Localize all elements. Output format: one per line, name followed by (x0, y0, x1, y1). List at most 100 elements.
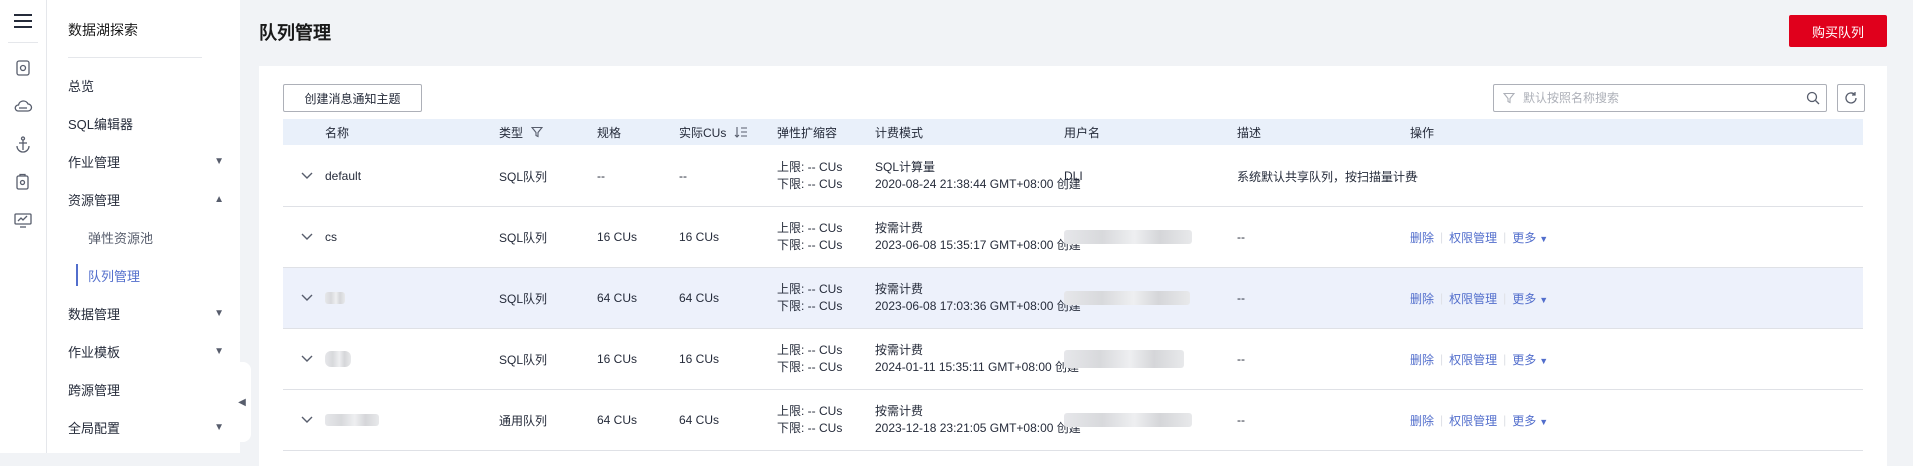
more-label: 更多 (1512, 291, 1537, 306)
menu-item-sql-editor[interactable]: SQL编辑器 (47, 104, 240, 142)
delete-link[interactable]: 删除 (1410, 351, 1434, 368)
filter-icon[interactable] (531, 126, 544, 138)
more-dropdown[interactable]: 更多 ▼ (1512, 290, 1548, 307)
elastic-upper: 上限: -- CUs (777, 282, 843, 296)
billing-mode: 按需计费 (875, 343, 924, 357)
queue-operations: 删除 | 权限管理 | 更多 ▼ (1410, 390, 1548, 450)
queue-actual-cus: 16 CUs (679, 230, 720, 244)
divider: | (1440, 291, 1444, 305)
menu-item-data-management[interactable]: 数据管理 ▼ (47, 294, 240, 332)
column-label: 用户名 (1064, 125, 1101, 140)
monitor-icon[interactable] (0, 201, 46, 239)
menu-item-label: 作业管理 (68, 154, 121, 170)
column-label: 规格 (597, 125, 622, 140)
delete-link[interactable]: 删除 (1410, 229, 1434, 246)
queue-description: 系统默认共享队列，按扫描量计费 (1237, 169, 1418, 184)
expand-row-button[interactable] (301, 390, 313, 450)
divider: | (1503, 413, 1507, 427)
menu-item-global-config[interactable]: 全局配置 ▼ (47, 408, 240, 446)
caret-down-icon: ▼ (1539, 416, 1549, 427)
menu-indicator (76, 226, 78, 248)
divider: | (1440, 230, 1444, 244)
divider: | (1503, 230, 1507, 244)
database-icon[interactable] (0, 49, 46, 87)
menu-item-resource-management[interactable]: 资源管理 ▲ (47, 180, 240, 218)
queue-description: -- (1237, 230, 1245, 244)
table-row: SQL队列 64 CUs 64 CUs 上限: -- CUs 下限: -- CUs… (283, 268, 1863, 329)
create-notification-topic-button[interactable]: 创建消息通知主题 (283, 84, 422, 112)
created-time: 2024-01-11 15:35:11 GMT+08:00 创建 (875, 360, 1080, 374)
column-label: 操作 (1410, 125, 1435, 140)
chevron-up-icon: ▲ (214, 193, 224, 205)
menu-item-job-templates[interactable]: 作业模板 ▼ (47, 332, 240, 370)
menu-item-elastic-pool[interactable]: 弹性资源池 (47, 218, 240, 256)
queue-description: -- (1237, 352, 1245, 366)
expand-row-button[interactable] (301, 268, 313, 328)
queue-operations: 删除 | 权限管理 | 更多 ▼ (1410, 268, 1548, 328)
search-box (1493, 84, 1827, 112)
service-menu: 数据湖探索 总览 SQL编辑器 作业管理 ▼ 资源管理 ▲ 弹性资源池 队列管理 数… (47, 0, 240, 453)
permission-link[interactable]: 权限管理 (1449, 351, 1497, 368)
redacted-queue-name (325, 414, 379, 426)
filter-icon[interactable] (1503, 92, 1517, 104)
page-title: 队列管理 (259, 23, 331, 43)
column-header-operations: 操作 (1410, 119, 1434, 145)
queue-spec: -- (597, 169, 605, 183)
divider: | (1503, 291, 1507, 305)
expand-row-button[interactable] (301, 329, 313, 389)
delete-link[interactable]: 删除 (1410, 412, 1434, 429)
menu-item-label: 作业模板 (68, 344, 121, 360)
anchor-icon[interactable] (0, 125, 46, 163)
column-label: 类型 (499, 125, 524, 140)
elastic-upper: 上限: -- CUs (777, 343, 843, 357)
column-header-elastic: 弹性扩缩容 (777, 119, 837, 145)
billing-mode: 按需计费 (875, 404, 924, 418)
queue-name: cs (325, 230, 337, 244)
job-icon[interactable] (0, 163, 46, 201)
menu-item-cross-source[interactable]: 跨源管理 (47, 370, 240, 408)
queue-billing: 按需计费 2023-06-08 15:35:17 GMT+08:00 创建 (875, 207, 1081, 267)
collapse-sidebar-button[interactable]: ◀ (233, 362, 251, 442)
menu-item-label: 跨源管理 (68, 382, 121, 398)
menu-item-job-management[interactable]: 作业管理 ▼ (47, 142, 240, 180)
elastic-lower: 下限: -- CUs (777, 299, 843, 313)
more-dropdown[interactable]: 更多 ▼ (1512, 351, 1548, 368)
menu-item-label: 资源管理 (68, 192, 121, 208)
elastic-upper: 上限: -- CUs (777, 221, 843, 235)
permission-link[interactable]: 权限管理 (1449, 290, 1497, 307)
sort-icon[interactable] (734, 126, 748, 138)
search-input[interactable] (1517, 90, 1800, 106)
column-label: 计费模式 (875, 125, 924, 140)
queue-name (325, 390, 379, 450)
queue-elastic: 上限: -- CUs 下限: -- CUs (777, 268, 842, 328)
menu-item-overview[interactable]: 总览 (47, 66, 240, 104)
queue-username: DLI (1064, 169, 1083, 183)
column-header-actual-cus: 实际CUs (679, 119, 748, 145)
menu-item-label: SQL编辑器 (68, 116, 134, 132)
delete-link[interactable]: 删除 (1410, 290, 1434, 307)
created-time: 2023-06-08 17:03:36 GMT+08:00 创建 (875, 299, 1081, 313)
buy-queue-button[interactable]: 购买队列 (1789, 15, 1887, 47)
search-icon[interactable] (1800, 91, 1826, 105)
elastic-lower: 下限: -- CUs (777, 360, 843, 374)
refresh-button[interactable] (1837, 84, 1865, 112)
chevron-down-icon (301, 413, 313, 427)
column-label: 描述 (1237, 125, 1262, 140)
queue-spec: 16 CUs (597, 230, 638, 244)
column-label: 名称 (325, 125, 350, 140)
queue-actual-cus: 16 CUs (679, 352, 720, 366)
menu-item-label: 队列管理 (88, 268, 141, 284)
more-dropdown[interactable]: 更多 ▼ (1512, 229, 1548, 246)
queue-actual-cus: -- (679, 169, 687, 183)
column-header-username: 用户名 (1064, 119, 1100, 145)
queue-type: SQL队列 (499, 352, 548, 367)
more-dropdown[interactable]: 更多 ▼ (1512, 412, 1548, 429)
permission-link[interactable]: 权限管理 (1449, 412, 1497, 429)
menu-icon[interactable] (0, 0, 46, 42)
expand-row-button[interactable] (301, 146, 313, 206)
queue-elastic: 上限: -- CUs 下限: -- CUs (777, 207, 842, 267)
cloud-icon[interactable] (0, 87, 46, 125)
permission-link[interactable]: 权限管理 (1449, 229, 1497, 246)
menu-item-queue-management[interactable]: 队列管理 (47, 256, 240, 294)
expand-row-button[interactable] (301, 207, 313, 267)
